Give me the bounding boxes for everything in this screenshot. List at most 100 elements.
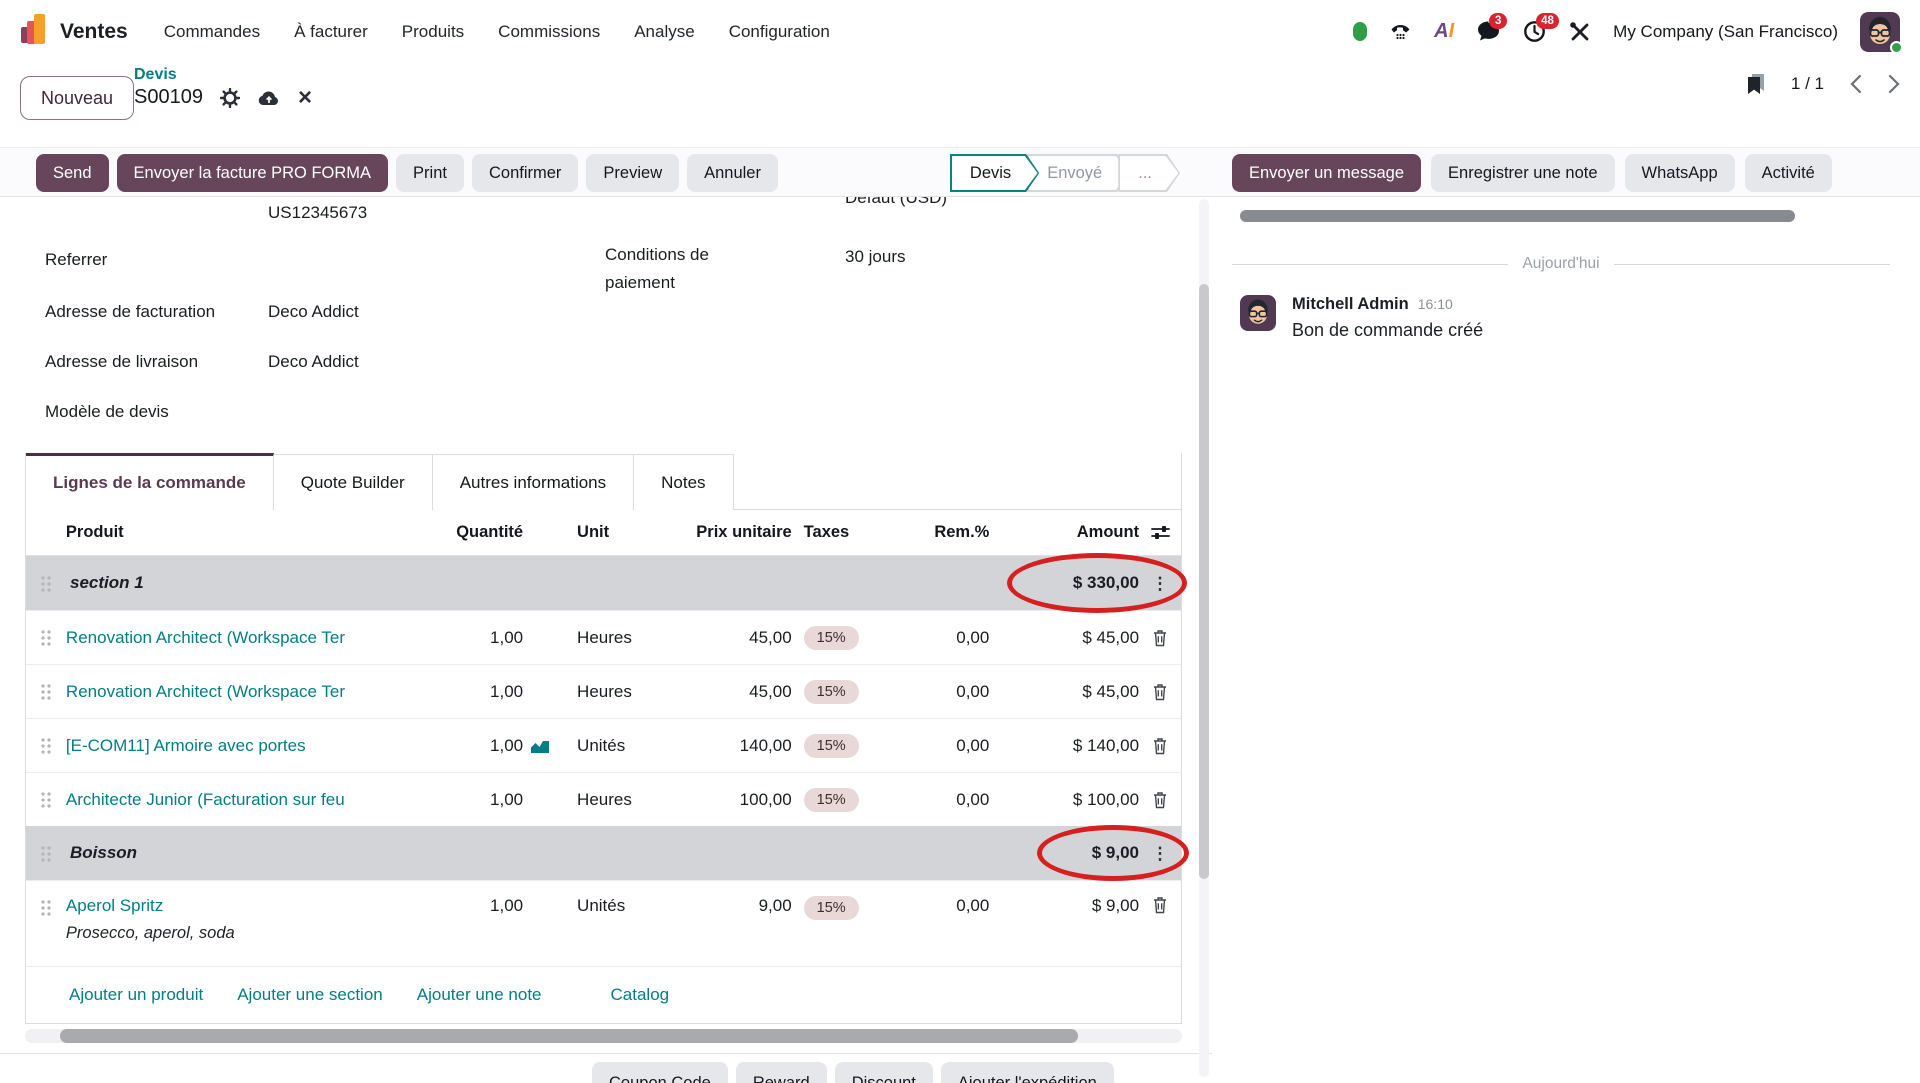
preview-button[interactable]: Preview: [586, 154, 679, 192]
section-name[interactable]: section 1: [66, 573, 989, 593]
discount-cell[interactable]: 0,00: [911, 682, 989, 702]
vertical-scrollbar[interactable]: [1199, 199, 1209, 1077]
activity-button[interactable]: Activité: [1745, 154, 1832, 192]
add-product-link[interactable]: Ajouter un produit: [69, 985, 203, 1005]
ai-icon[interactable]: AI: [1434, 20, 1454, 43]
discount-cell[interactable]: 0,00: [911, 736, 989, 756]
qty-cell[interactable]: 1,00: [403, 628, 523, 648]
tools-icon[interactable]: [1568, 20, 1591, 43]
section-name[interactable]: Boisson: [66, 843, 989, 863]
unit-cell[interactable]: Heures: [557, 682, 677, 702]
billing-address-value[interactable]: Deco Addict: [268, 302, 359, 322]
product-link[interactable]: Architecte Junior (Facturation sur feu: [66, 790, 345, 809]
new-button[interactable]: Nouveau: [20, 76, 134, 120]
pager-next-icon[interactable]: [1888, 74, 1900, 94]
tax-badge[interactable]: 15%: [804, 680, 859, 704]
price-cell[interactable]: 100,00: [677, 790, 792, 810]
horizontal-scrollbar-thumb[interactable]: [60, 1029, 1078, 1043]
forecast-chart-icon[interactable]: [523, 738, 557, 754]
stage-devis[interactable]: Devis: [950, 154, 1039, 192]
send-message-button[interactable]: Envoyer un message: [1232, 154, 1421, 192]
discount-cell[interactable]: 0,00: [911, 790, 989, 810]
drag-handle[interactable]: [26, 683, 66, 700]
drag-handle[interactable]: [26, 575, 66, 592]
catalog-link[interactable]: Catalog: [611, 985, 670, 1005]
breadcrumb-parent-link[interactable]: Devis: [134, 66, 312, 84]
unit-cell[interactable]: Heures: [557, 790, 677, 810]
stage-more[interactable]: ...: [1118, 154, 1180, 192]
tax-badge[interactable]: 15%: [804, 896, 859, 920]
activities-clock-icon[interactable]: 48: [1523, 20, 1546, 43]
reward-button[interactable]: Reward: [736, 1062, 827, 1083]
drag-handle[interactable]: [26, 737, 66, 754]
stage-envoye[interactable]: Envoyé: [1027, 154, 1130, 192]
tab-notes[interactable]: Notes: [634, 454, 733, 510]
qty-cell[interactable]: 1,00: [403, 682, 523, 702]
tax-badge[interactable]: 15%: [804, 626, 859, 650]
drag-handle[interactable]: [26, 845, 66, 862]
discount-button[interactable]: Discount: [835, 1062, 933, 1083]
qty-cell[interactable]: 1,00: [403, 790, 523, 810]
print-button[interactable]: Print: [396, 154, 464, 192]
menu-a-facturer[interactable]: À facturer: [294, 22, 368, 42]
optional-columns-icon[interactable]: [1139, 525, 1181, 540]
kebab-menu-icon[interactable]: ⋮: [1152, 845, 1169, 862]
tab-quote-builder[interactable]: Quote Builder: [274, 454, 433, 510]
price-cell[interactable]: 45,00: [677, 682, 792, 702]
menu-commandes[interactable]: Commandes: [164, 22, 260, 42]
app-brand[interactable]: Ventes: [20, 12, 128, 51]
drag-handle[interactable]: [26, 791, 66, 808]
cloud-save-icon[interactable]: [257, 89, 281, 106]
send-button[interactable]: Send: [36, 154, 109, 192]
product-link[interactable]: Renovation Architect (Workspace Ter: [66, 682, 345, 701]
product-link[interactable]: Aperol Spritz: [66, 896, 163, 915]
horizontal-scrollbar[interactable]: [25, 1029, 1182, 1043]
delete-row-icon[interactable]: [1139, 629, 1181, 647]
unit-cell[interactable]: Unités: [557, 881, 677, 916]
pager-previous-icon[interactable]: [1850, 74, 1862, 94]
payment-terms-value[interactable]: 30 jours: [845, 247, 905, 267]
tab-other-info[interactable]: Autres informations: [433, 454, 634, 510]
tax-badge[interactable]: 15%: [804, 734, 859, 758]
gear-icon[interactable]: [220, 88, 240, 108]
add-note-link[interactable]: Ajouter une note: [417, 985, 542, 1005]
chatter-scrollbar-thumb[interactable]: [1240, 210, 1795, 222]
bookmark-icon[interactable]: [1747, 73, 1765, 95]
menu-commissions[interactable]: Commissions: [498, 22, 600, 42]
confirm-button[interactable]: Confirmer: [472, 154, 578, 192]
price-cell[interactable]: 140,00: [677, 736, 792, 756]
cancel-button[interactable]: Annuler: [687, 154, 778, 192]
message-author[interactable]: Mitchell Admin: [1292, 295, 1409, 314]
qty-cell[interactable]: 1,00: [403, 736, 523, 756]
kebab-menu-icon[interactable]: ⋮: [1152, 575, 1169, 592]
menu-produits[interactable]: Produits: [402, 22, 464, 42]
price-cell[interactable]: 45,00: [677, 628, 792, 648]
vat-value[interactable]: US12345673: [268, 203, 367, 223]
menu-configuration[interactable]: Configuration: [729, 22, 830, 42]
product-link[interactable]: Renovation Architect (Workspace Ter: [66, 628, 345, 647]
discount-cell[interactable]: 0,00: [911, 881, 989, 916]
discard-close-icon[interactable]: ×: [298, 88, 312, 107]
user-avatar[interactable]: [1860, 12, 1900, 52]
tax-badge[interactable]: 15%: [804, 788, 859, 812]
price-cell[interactable]: 9,00: [677, 881, 792, 916]
unit-cell[interactable]: Unités: [557, 736, 677, 756]
messages-icon[interactable]: 3: [1476, 20, 1501, 43]
whatsapp-button[interactable]: WhatsApp: [1625, 154, 1735, 192]
drag-handle[interactable]: [26, 629, 66, 646]
tab-order-lines[interactable]: Lignes de la commande: [26, 453, 274, 510]
log-note-button[interactable]: Enregistrer une note: [1431, 154, 1615, 192]
voip-phone-icon[interactable]: [1389, 21, 1412, 42]
discount-cell[interactable]: 0,00: [911, 628, 989, 648]
unit-cell[interactable]: Heures: [557, 628, 677, 648]
delete-row-icon[interactable]: [1139, 683, 1181, 701]
add-section-link[interactable]: Ajouter une section: [237, 985, 383, 1005]
proforma-button[interactable]: Envoyer la facture PRO FORMA: [117, 154, 389, 192]
shipping-address-value[interactable]: Deco Addict: [268, 352, 359, 372]
qty-cell[interactable]: 1,00: [403, 881, 523, 916]
delete-row-icon[interactable]: [1139, 737, 1181, 755]
coupon-code-button[interactable]: Coupon Code: [592, 1062, 728, 1083]
company-name[interactable]: My Company (San Francisco): [1613, 22, 1838, 42]
add-shipping-button[interactable]: Ajouter l'expédition: [941, 1062, 1114, 1083]
delete-row-icon[interactable]: [1139, 791, 1181, 809]
